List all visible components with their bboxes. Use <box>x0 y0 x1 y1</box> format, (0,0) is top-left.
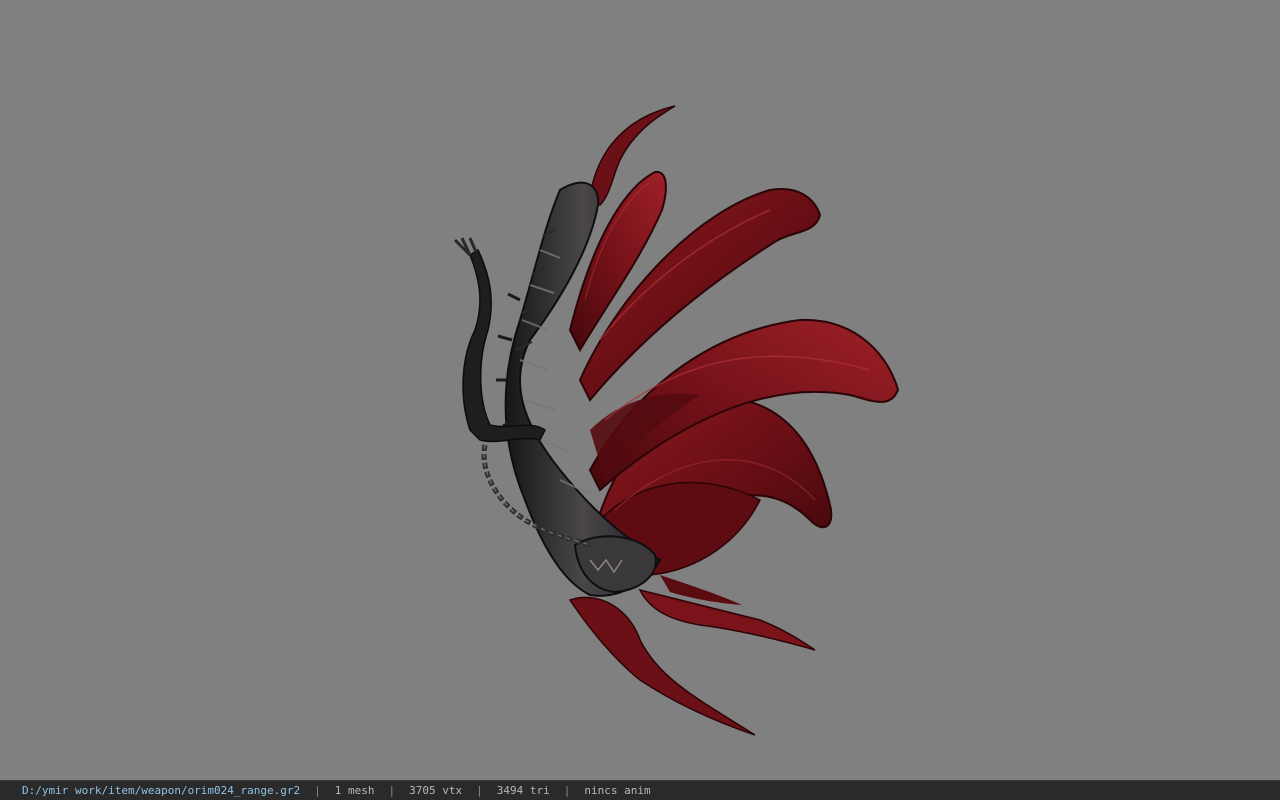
animation-status: nincs anim <box>584 784 651 797</box>
separator: | <box>388 784 396 797</box>
separator: | <box>563 784 571 797</box>
mesh-count: 1 mesh <box>334 784 375 797</box>
separator: | <box>476 784 483 797</box>
demon-wing <box>568 170 900 577</box>
demon-arm <box>453 237 546 443</box>
demon-tail <box>568 575 816 736</box>
triangle-count: 3494 tri <box>496 784 550 797</box>
status-bar: D:/ymir work/item/weapon/orim024_range.g… <box>0 780 1280 800</box>
separator: | <box>314 784 321 797</box>
3d-viewport[interactable] <box>0 0 1280 780</box>
model-render <box>453 105 900 736</box>
file-path: D:/ymir work/item/weapon/orim024_range.g… <box>22 784 301 797</box>
vertex-count: 3705 vtx <box>409 784 463 797</box>
